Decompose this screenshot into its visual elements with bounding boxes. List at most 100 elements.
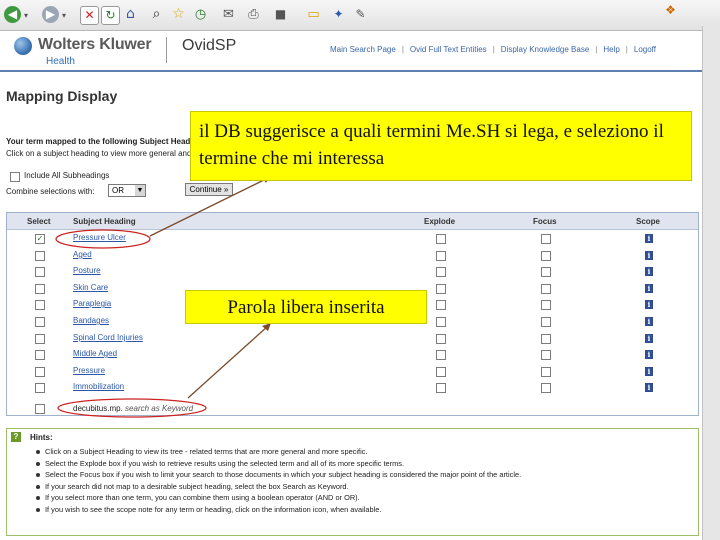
scope-info-icon[interactable]: i	[645, 267, 653, 276]
history-icon[interactable]: ◷	[192, 6, 209, 23]
explode-checkbox[interactable]	[436, 383, 446, 393]
combine-operator-select[interactable]: OR ▼	[108, 184, 146, 197]
nav-help[interactable]: Help	[603, 45, 619, 54]
select-checkbox[interactable]	[35, 334, 45, 344]
forward-dropdown-icon[interactable]: ▾	[62, 11, 66, 20]
subject-heading-link[interactable]: Pressure	[73, 366, 105, 375]
product-name: OvidSP	[182, 37, 237, 54]
mail-icon[interactable]: ✉	[220, 6, 237, 23]
explode-checkbox[interactable]	[436, 367, 446, 377]
nav-main-search-page[interactable]: Main Search Page	[330, 45, 396, 54]
hint-text: If your search did not map to a desirabl…	[45, 481, 349, 491]
select-checkbox[interactable]	[35, 300, 45, 310]
hint-item: If you wish to see the scope note for an…	[36, 505, 381, 514]
focus-checkbox[interactable]	[541, 251, 551, 261]
hint-item: Click on a Subject Heading to view its t…	[36, 447, 367, 456]
scope-info-icon[interactable]: i	[645, 383, 653, 392]
keyword-term: decubitus.mp.	[73, 404, 123, 413]
explode-checkbox[interactable]	[436, 234, 446, 244]
focus-checkbox[interactable]	[541, 383, 551, 393]
select-checkbox[interactable]	[35, 383, 45, 393]
print-icon[interactable]: ⎙	[245, 6, 262, 23]
nav-logoff[interactable]: Logoff	[634, 45, 656, 54]
browser-toolbar: ◀ ▾ ▶ ▾ ✕ ↻ ⌂ ⌕ ☆ ◷ ✉ ⎙ ■ ▭ ✦ ✎ ❖	[0, 0, 720, 31]
subject-heading-link[interactable]: Immobilization	[73, 382, 124, 391]
tools-icon[interactable]: ✎	[352, 6, 369, 23]
hint-item: If you select more than one term, you ca…	[36, 493, 360, 502]
scope-info-icon[interactable]: i	[645, 350, 653, 359]
back-icon[interactable]: ◀	[4, 6, 21, 23]
scope-info-icon[interactable]: i	[645, 300, 653, 309]
focus-checkbox[interactable]	[541, 350, 551, 360]
subject-heading-link[interactable]: Middle Aged	[73, 349, 117, 358]
favorites-icon[interactable]: ☆	[170, 6, 187, 23]
chevron-down-icon: ▼	[135, 185, 145, 196]
mapping-instruction: Your term mapped to the following Subjec…	[6, 137, 210, 146]
stop-icon[interactable]: ✕	[80, 6, 99, 25]
column-header-select: Select	[27, 217, 51, 226]
keyword-suffix[interactable]: search as Keyword	[125, 404, 193, 413]
focus-checkbox[interactable]	[541, 367, 551, 377]
focus-checkbox[interactable]	[541, 267, 551, 277]
subject-heading-link[interactable]: Aged	[73, 250, 92, 259]
explode-checkbox[interactable]	[436, 251, 446, 261]
annotation-callout-mesh: il DB suggerisce a quali termini Me.SH s…	[190, 111, 692, 181]
windows-logo-icon: ❖	[665, 3, 676, 17]
explode-checkbox[interactable]	[436, 284, 446, 294]
header-divider	[0, 70, 702, 72]
brand-subtitle: Health	[46, 56, 75, 67]
refresh-icon[interactable]: ↻	[101, 6, 120, 25]
explode-checkbox[interactable]	[436, 334, 446, 344]
select-checkbox[interactable]	[35, 350, 45, 360]
select-checkbox[interactable]: ✓	[35, 234, 45, 244]
scope-info-icon[interactable]: i	[645, 284, 653, 293]
home-icon[interactable]: ⌂	[122, 6, 139, 23]
hint-item: Select the Focus box if you wish to limi…	[36, 470, 521, 479]
focus-checkbox[interactable]	[541, 317, 551, 327]
subject-heading-link[interactable]: Spinal Cord Injuries	[73, 333, 143, 342]
hint-text: If you select more than one term, you ca…	[45, 493, 360, 503]
combine-operator-value: OR	[112, 186, 124, 195]
explode-checkbox[interactable]	[436, 300, 446, 310]
nav-display-knowledge-base[interactable]: Display Knowledge Base	[501, 45, 590, 54]
bullet-icon	[36, 461, 40, 466]
select-checkbox[interactable]	[35, 317, 45, 327]
include-all-subheadings-checkbox[interactable]	[10, 172, 20, 182]
subject-heading-link[interactable]: Paraplegia	[73, 299, 111, 308]
subject-heading-link[interactable]: Posture	[73, 266, 101, 275]
hints-title: Hints:	[30, 433, 53, 442]
select-checkbox[interactable]	[35, 251, 45, 261]
select-checkbox[interactable]	[35, 284, 45, 294]
scope-info-icon[interactable]: i	[645, 367, 653, 376]
bullet-icon	[36, 473, 40, 478]
focus-checkbox[interactable]	[541, 284, 551, 294]
back-dropdown-icon[interactable]: ▾	[24, 11, 28, 20]
keyword-select-checkbox[interactable]	[35, 404, 45, 414]
select-checkbox[interactable]	[35, 267, 45, 277]
focus-checkbox[interactable]	[541, 300, 551, 310]
explode-checkbox[interactable]	[436, 317, 446, 327]
explode-checkbox[interactable]	[436, 350, 446, 360]
messenger-icon[interactable]: ✦	[330, 6, 347, 23]
scope-info-icon[interactable]: i	[645, 334, 653, 343]
column-header-subject-heading: Subject Heading	[73, 217, 136, 226]
select-checkbox[interactable]	[35, 367, 45, 377]
forward-icon[interactable]: ▶	[42, 6, 59, 23]
continue-button[interactable]: Continue »	[185, 183, 233, 196]
scope-info-icon[interactable]: i	[645, 317, 653, 326]
folder-icon[interactable]: ▭	[305, 6, 322, 23]
scope-info-icon[interactable]: i	[645, 234, 653, 243]
subject-heading-link[interactable]: Skin Care	[73, 283, 108, 292]
explode-checkbox[interactable]	[436, 267, 446, 277]
include-all-subheadings-label: Include All Subheadings	[24, 171, 110, 180]
subject-heading-link[interactable]: Bandages	[73, 316, 109, 325]
nav-ovid-full-text[interactable]: Ovid Full Text Entities	[410, 45, 487, 54]
edit-icon[interactable]: ■	[272, 6, 289, 23]
scope-info-icon[interactable]: i	[645, 251, 653, 260]
hint-text: Select the Explode box if you wish to re…	[45, 458, 405, 468]
vertical-scrollbar[interactable]	[702, 26, 720, 540]
focus-checkbox[interactable]	[541, 234, 551, 244]
subject-heading-link[interactable]: Pressure Ulcer	[73, 233, 126, 242]
search-icon[interactable]: ⌕	[148, 6, 165, 23]
focus-checkbox[interactable]	[541, 334, 551, 344]
